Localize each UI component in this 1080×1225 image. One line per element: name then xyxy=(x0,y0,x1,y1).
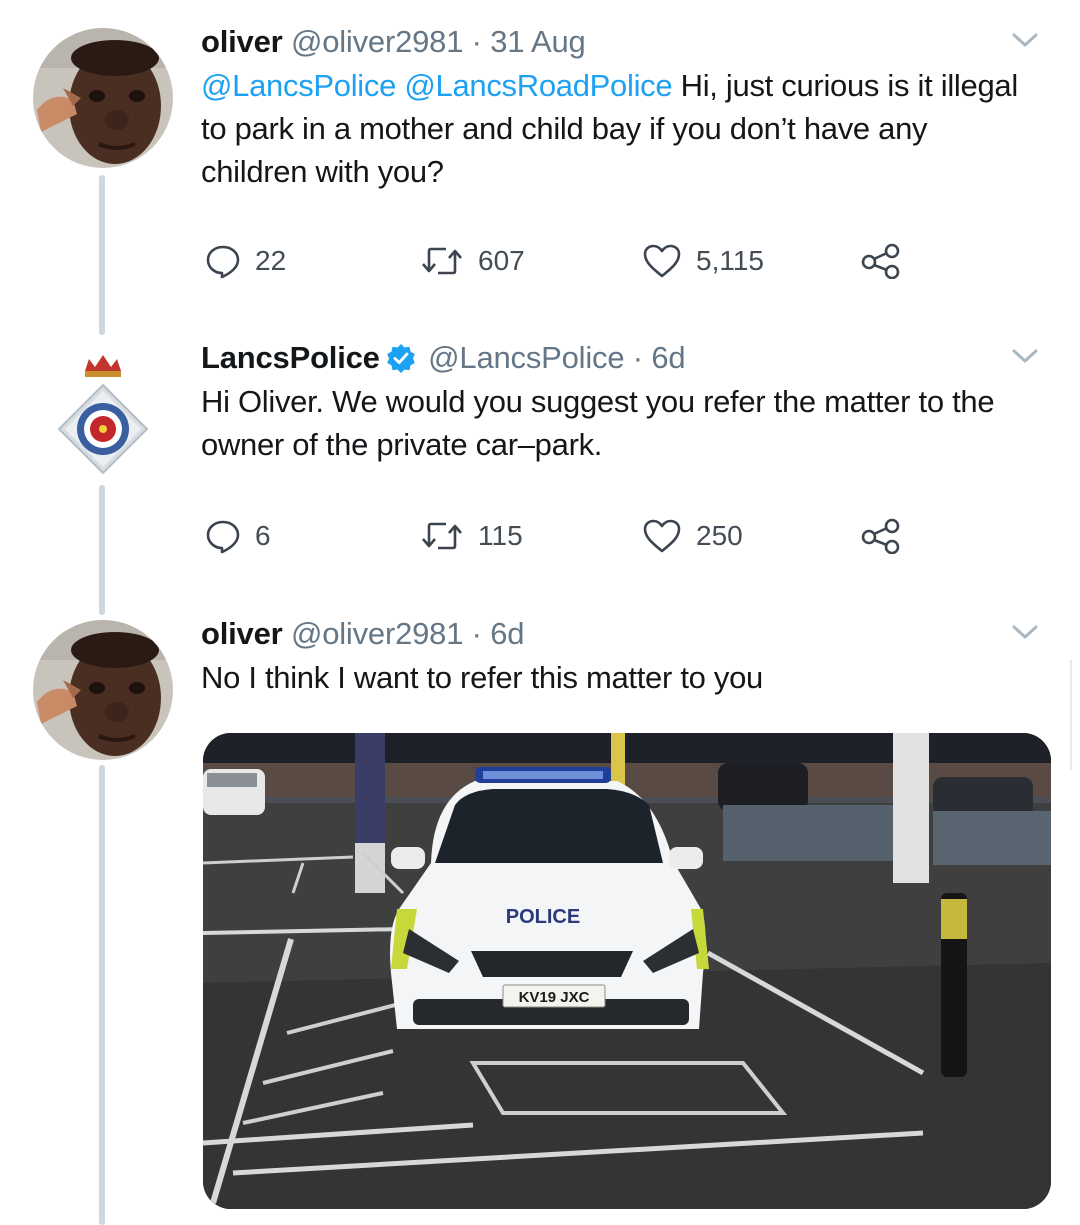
chevron-down-icon[interactable] xyxy=(1010,28,1040,52)
chevron-down-icon[interactable] xyxy=(1010,344,1040,368)
avatar[interactable] xyxy=(33,28,173,168)
like-button[interactable]: 250 xyxy=(642,511,743,561)
tweet-body: Hi Oliver. We would you suggest you refe… xyxy=(201,384,995,462)
share-icon xyxy=(861,518,900,554)
share-icon xyxy=(861,243,900,279)
verified-badge-icon xyxy=(386,344,415,373)
like-count: 5,115 xyxy=(696,245,764,276)
reply-count: 22 xyxy=(255,245,287,276)
heart-icon xyxy=(643,519,681,553)
tweet[interactable]: oliver @oliver2981 · 31 Aug @LancsPolice… xyxy=(201,22,1040,193)
tweet-header: oliver @oliver2981 · 6d xyxy=(201,614,1040,654)
police-crest-avatar xyxy=(57,355,149,475)
tweet-text: @LancsPolice @LancsRoadPolice Hi, just c… xyxy=(201,64,1040,193)
share-button[interactable] xyxy=(860,236,902,286)
retweet-icon xyxy=(422,522,462,550)
thread-line xyxy=(99,175,105,335)
thread-line xyxy=(99,765,105,1225)
tweet[interactable]: LancsPolice @LancsPolice · 6d Hi Oliver.… xyxy=(201,338,1040,466)
like-count: 250 xyxy=(696,520,743,551)
handle[interactable]: @oliver2981 xyxy=(291,24,464,59)
like-button[interactable]: 5,115 xyxy=(642,236,764,286)
reply-button[interactable]: 6 xyxy=(205,511,271,561)
share-button[interactable] xyxy=(860,511,902,561)
reply-icon xyxy=(206,520,240,554)
tweet-header: LancsPolice @LancsPolice · 6d xyxy=(201,338,1040,378)
retweet-icon xyxy=(422,247,462,275)
retweet-button[interactable]: 607 xyxy=(420,236,525,286)
handle[interactable]: @LancsPolice xyxy=(428,340,624,375)
tweet-actions: 22 607 5,115 xyxy=(205,236,925,286)
avatar[interactable] xyxy=(33,620,173,760)
handle[interactable]: @oliver2981 xyxy=(291,616,464,651)
timestamp[interactable]: · 6d xyxy=(633,340,686,375)
heart-icon xyxy=(643,244,681,278)
reply-button[interactable]: 22 xyxy=(205,236,286,286)
mention-link[interactable]: @LancsRoadPolice xyxy=(404,68,672,103)
tweet-photo[interactable]: POLICE KV19 JXC xyxy=(203,733,1051,1209)
tweet-actions: 6 115 250 xyxy=(205,511,925,561)
cartoon-man-avatar xyxy=(33,620,173,760)
tweet[interactable]: oliver @oliver2981 · 6d No I think I wan… xyxy=(201,614,1040,699)
retweet-button[interactable]: 115 xyxy=(420,511,523,561)
tweet-header: oliver @oliver2981 · 31 Aug xyxy=(201,22,1040,62)
retweet-count: 115 xyxy=(478,520,523,551)
display-name[interactable]: oliver xyxy=(201,616,283,651)
tweet-text: Hi Oliver. We would you suggest you refe… xyxy=(201,380,1040,466)
reply-count: 6 xyxy=(255,520,271,551)
mention-link[interactable]: @LancsPolice xyxy=(201,68,396,103)
number-plate: KV19 JXC xyxy=(519,989,590,1006)
reply-icon xyxy=(206,245,240,279)
display-name[interactable]: LancsPolice xyxy=(201,340,380,375)
avatar[interactable] xyxy=(33,345,173,485)
timestamp[interactable]: · 6d xyxy=(472,616,525,651)
display-name[interactable]: oliver xyxy=(201,24,283,59)
tweet-body: No I think I want to refer this matter t… xyxy=(201,660,763,695)
timestamp[interactable]: · 31 Aug xyxy=(472,24,586,59)
chevron-down-icon[interactable] xyxy=(1010,620,1040,644)
scrollbar[interactable] xyxy=(1070,660,1080,770)
thread-line xyxy=(99,485,105,615)
police-livery-text: POLICE xyxy=(506,906,580,928)
cartoon-man-avatar xyxy=(33,28,173,168)
police-car-photo: POLICE KV19 JXC xyxy=(203,733,1051,1209)
retweet-count: 607 xyxy=(478,245,525,276)
tweet-text: No I think I want to refer this matter t… xyxy=(201,656,1040,699)
